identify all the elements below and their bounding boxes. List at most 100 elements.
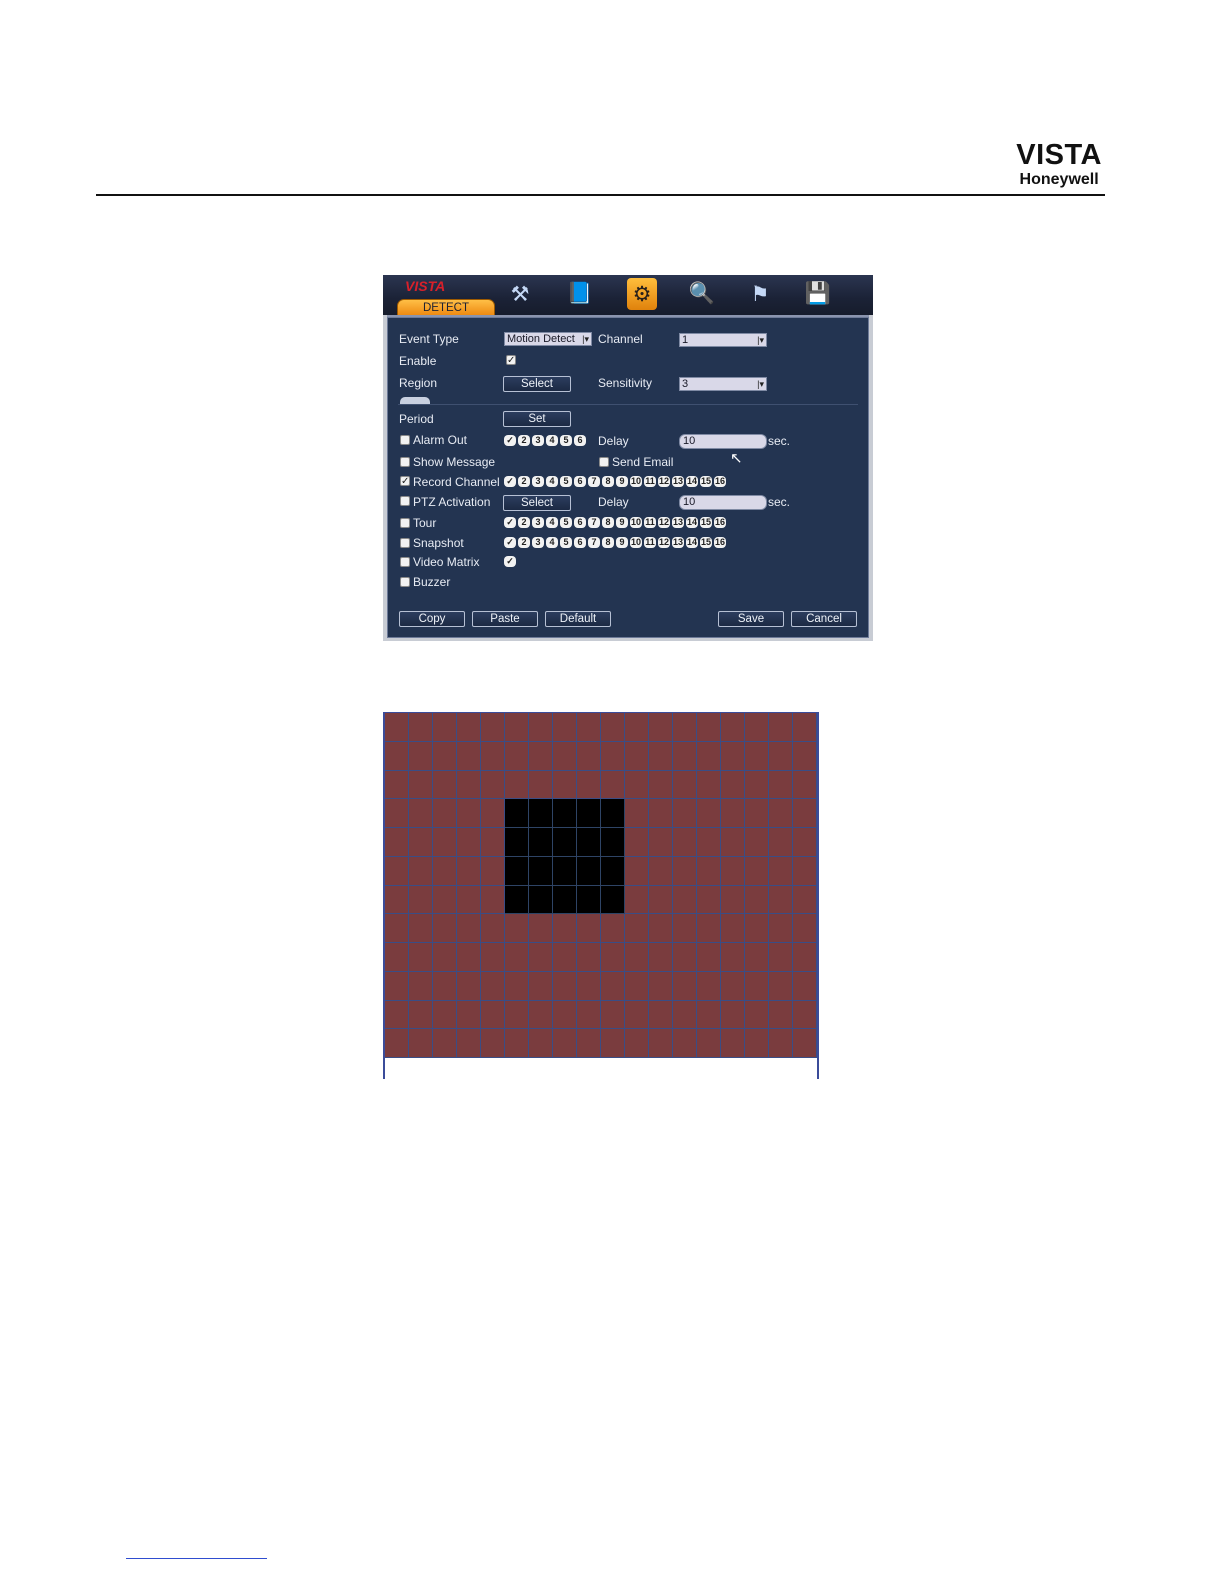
region-cell-selected[interactable]: [649, 943, 673, 972]
region-cell-selected[interactable]: [457, 971, 481, 1001]
region-cell-selected[interactable]: [385, 713, 409, 742]
region-cell-selected[interactable]: [385, 741, 409, 771]
alarm-out-4[interactable]: 4: [546, 435, 558, 446]
region-cell-selected[interactable]: [697, 971, 721, 1001]
region-cell-selected[interactable]: [481, 741, 505, 771]
region-cell-deselected[interactable]: [577, 828, 601, 857]
tour-channel-3[interactable]: 3: [532, 517, 544, 528]
region-cell-selected[interactable]: [769, 856, 793, 886]
snapshot-channel-11[interactable]: 11: [644, 537, 656, 548]
region-cell-selected[interactable]: [409, 971, 433, 1001]
region-cell-selected[interactable]: [697, 914, 721, 943]
ptz-activation-checkbox[interactable]: [400, 496, 410, 506]
region-cell-selected[interactable]: [721, 885, 745, 915]
region-cell-selected[interactable]: [745, 799, 769, 828]
region-cell-selected[interactable]: [385, 914, 409, 943]
region-cell-selected[interactable]: [601, 741, 625, 771]
region-cell-selected[interactable]: [793, 828, 817, 857]
region-cell-selected[interactable]: [481, 971, 505, 1001]
region-cell-deselected[interactable]: [529, 828, 553, 857]
region-cell-selected[interactable]: [721, 971, 745, 1001]
region-cell-selected[interactable]: [625, 1029, 649, 1058]
region-cell-selected[interactable]: [433, 885, 457, 915]
region-cell-selected[interactable]: [457, 770, 481, 800]
tour-channel-9[interactable]: 9: [616, 517, 628, 528]
region-cell-selected[interactable]: [721, 943, 745, 972]
record-channel-4[interactable]: 4: [546, 476, 558, 487]
region-cell-deselected[interactable]: [577, 885, 601, 915]
region-cell-selected[interactable]: [505, 770, 529, 800]
record-channel-3[interactable]: 3: [532, 476, 544, 487]
region-cell-selected[interactable]: [457, 713, 481, 742]
region-cell-selected[interactable]: [577, 1000, 601, 1030]
region-cell-selected[interactable]: [457, 828, 481, 857]
region-cell-selected[interactable]: [433, 943, 457, 972]
alarm-out-checkbox[interactable]: [400, 435, 410, 445]
region-cell-selected[interactable]: [481, 943, 505, 972]
region-cell-selected[interactable]: [505, 1000, 529, 1030]
record-channel-12[interactable]: 12: [658, 476, 670, 487]
region-cell-selected[interactable]: [577, 713, 601, 742]
region-cell-selected[interactable]: [649, 856, 673, 886]
ptz-delay-input[interactable]: 10: [679, 495, 767, 510]
region-cell-selected[interactable]: [385, 799, 409, 828]
region-cell-selected[interactable]: [673, 1029, 697, 1058]
region-cell-deselected[interactable]: [601, 828, 625, 857]
region-cell-selected[interactable]: [577, 1029, 601, 1058]
region-cell-selected[interactable]: [697, 1029, 721, 1058]
tour-channel-11[interactable]: 11: [644, 517, 656, 528]
region-cell-selected[interactable]: [529, 1000, 553, 1030]
video-matrix-1-checkbox[interactable]: ✓: [504, 556, 516, 567]
snapshot-channel-16[interactable]: 16: [714, 537, 726, 548]
enable-checkbox[interactable]: ✓: [506, 355, 516, 366]
region-cell-selected[interactable]: [697, 799, 721, 828]
region-cell-selected[interactable]: [649, 713, 673, 742]
region-cell-selected[interactable]: [697, 856, 721, 886]
region-cell-selected[interactable]: [793, 856, 817, 886]
region-cell-selected[interactable]: [625, 770, 649, 800]
region-cell-selected[interactable]: [793, 799, 817, 828]
region-cell-selected[interactable]: [601, 1029, 625, 1058]
default-button[interactable]: Default: [545, 611, 611, 627]
region-cell-selected[interactable]: [769, 943, 793, 972]
region-cell-selected[interactable]: [529, 971, 553, 1001]
region-cell-selected[interactable]: [529, 741, 553, 771]
region-cell-selected[interactable]: [649, 1000, 673, 1030]
region-cell-selected[interactable]: [529, 914, 553, 943]
region-cell-deselected[interactable]: [577, 856, 601, 886]
region-cell-selected[interactable]: [601, 943, 625, 972]
region-cell-selected[interactable]: [481, 1029, 505, 1058]
region-cell-selected[interactable]: [433, 828, 457, 857]
region-cell-selected[interactable]: [409, 914, 433, 943]
region-cell-selected[interactable]: [673, 856, 697, 886]
region-cell-selected[interactable]: [385, 943, 409, 972]
region-cell-selected[interactable]: [793, 741, 817, 771]
region-cell-deselected[interactable]: [529, 856, 553, 886]
region-cell-selected[interactable]: [769, 1029, 793, 1058]
region-cell-selected[interactable]: [457, 799, 481, 828]
snapshot-channel-7[interactable]: 7: [588, 537, 600, 548]
record-channel-13[interactable]: 13: [672, 476, 684, 487]
region-cell-selected[interactable]: [721, 741, 745, 771]
region-cell-deselected[interactable]: [529, 885, 553, 915]
region-cell-selected[interactable]: [505, 914, 529, 943]
region-cell-selected[interactable]: [649, 741, 673, 771]
snapshot-channel-3[interactable]: 3: [532, 537, 544, 548]
region-cell-selected[interactable]: [745, 943, 769, 972]
region-cell-selected[interactable]: [385, 770, 409, 800]
region-cell-selected[interactable]: [457, 885, 481, 915]
region-cell-selected[interactable]: [481, 713, 505, 742]
region-cell-selected[interactable]: [553, 713, 577, 742]
region-cell-selected[interactable]: [673, 943, 697, 972]
region-cell-selected[interactable]: [745, 885, 769, 915]
region-cell-selected[interactable]: [745, 1029, 769, 1058]
region-cell-selected[interactable]: [457, 1029, 481, 1058]
region-cell-selected[interactable]: [625, 1000, 649, 1030]
region-cell-selected[interactable]: [457, 1000, 481, 1030]
record-channel-9[interactable]: 9: [616, 476, 628, 487]
tour-channel-5[interactable]: 5: [560, 517, 572, 528]
backup-icon[interactable]: ⚑: [745, 278, 775, 310]
snapshot-channel-8[interactable]: 8: [602, 537, 614, 548]
tour-channel-2[interactable]: 2: [518, 517, 530, 528]
ptz-select-button[interactable]: Select: [503, 495, 571, 511]
